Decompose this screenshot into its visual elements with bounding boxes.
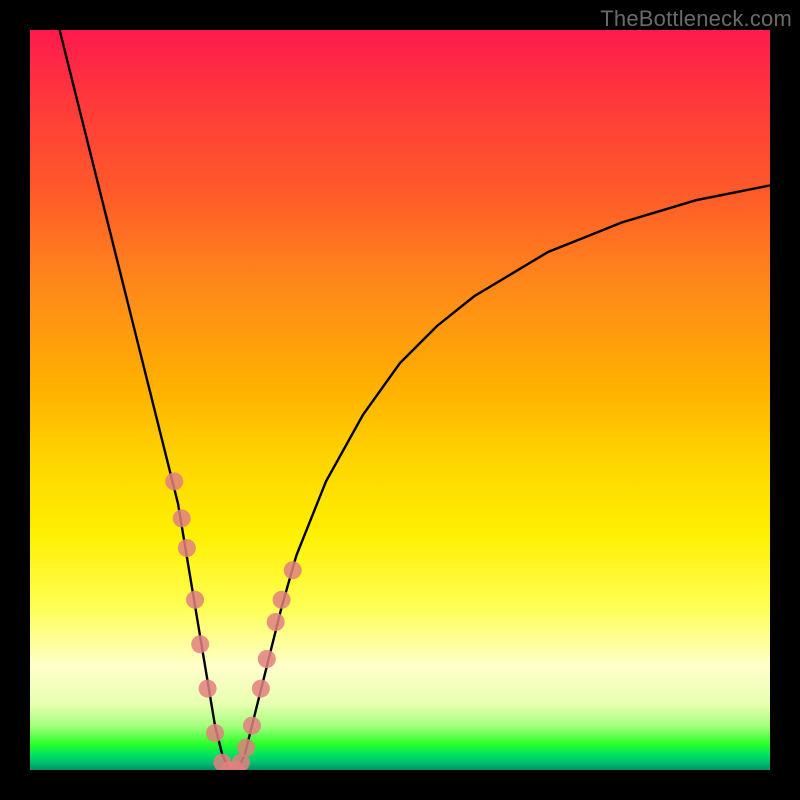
- highlight-dot: [186, 591, 204, 609]
- highlight-dot: [199, 680, 217, 698]
- highlight-dot: [237, 739, 255, 757]
- highlight-dot: [173, 509, 191, 527]
- highlight-dot: [206, 724, 224, 742]
- highlight-dot: [178, 539, 196, 557]
- highlight-dots: [165, 472, 301, 770]
- plot-area: [30, 30, 770, 770]
- highlight-dot: [252, 680, 270, 698]
- highlight-dot: [243, 717, 261, 735]
- highlight-dot: [165, 472, 183, 490]
- highlight-dot: [273, 591, 291, 609]
- watermark-text: TheBottleneck.com: [600, 6, 792, 32]
- chart-svg: [30, 30, 770, 770]
- bottleneck-curve: [60, 30, 770, 770]
- highlight-dot: [267, 613, 285, 631]
- highlight-dot: [284, 561, 302, 579]
- chart-frame: TheBottleneck.com: [0, 0, 800, 800]
- highlight-dot: [191, 635, 209, 653]
- highlight-dot: [258, 650, 276, 668]
